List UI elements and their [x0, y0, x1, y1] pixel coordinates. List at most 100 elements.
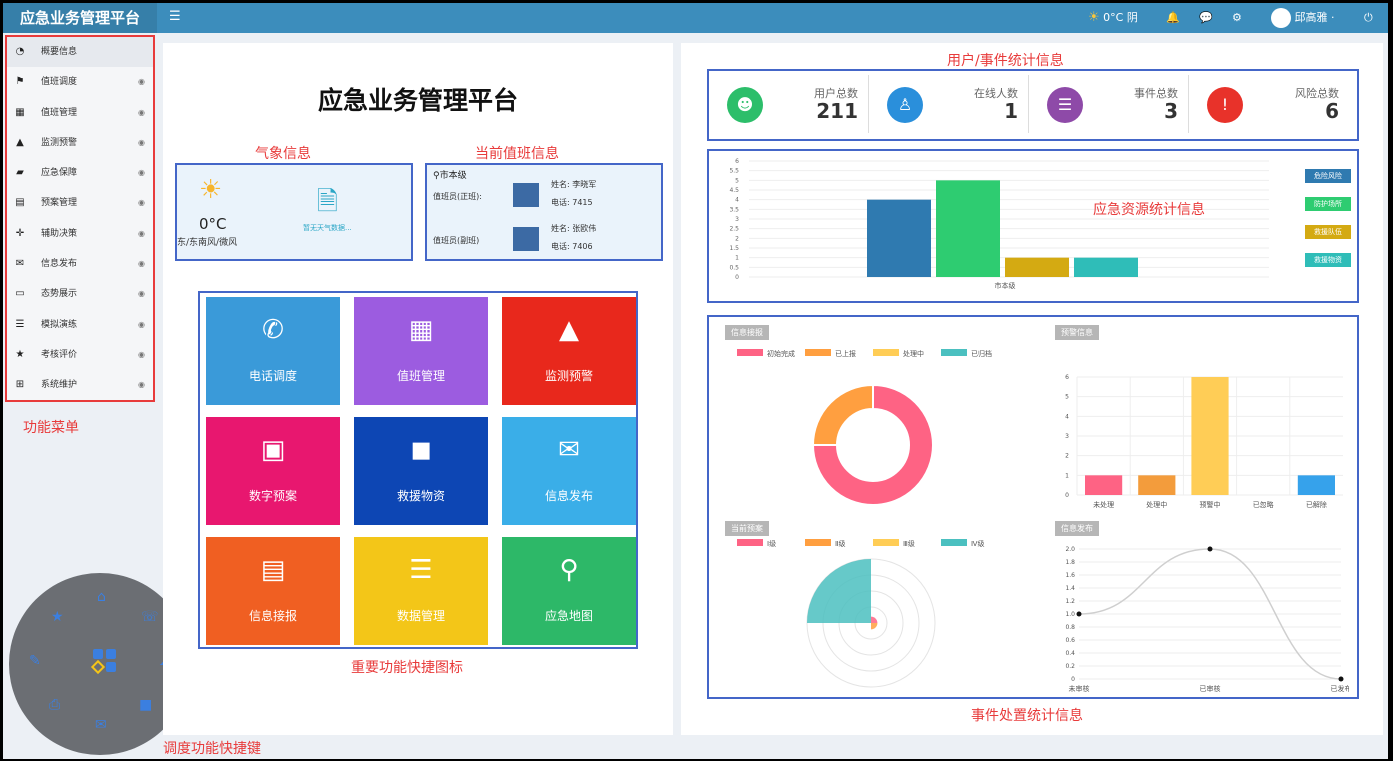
- plan-polar-chart: Ⅰ级 Ⅱ级 Ⅲ级 Ⅳ级: [737, 539, 984, 688]
- stat-value: 3: [1164, 99, 1178, 123]
- tile-3[interactable]: ▲ 监测预警: [502, 297, 636, 405]
- y-tick-label: 1.5: [729, 245, 739, 252]
- tile-icon: ◼: [410, 435, 432, 465]
- stat-icon: !: [1207, 87, 1243, 123]
- resource-bar-chart: 0 0.5 1 1.5 2 2.5 3 3.5 4 4.5 5 5.5 6 市本级: [729, 158, 1269, 290]
- right-panel: 用户/事件统计信息 ☻ 用户总数 211 ♙ 在线人数 1 ☰ 事件总数 3! 风险总数 6 0 0.…: [681, 43, 1383, 735]
- tile-6[interactable]: ✉ 信息发布: [502, 417, 636, 525]
- legend-label: 处理中: [903, 349, 924, 358]
- avatar: [1271, 8, 1291, 28]
- menu-item-4[interactable]: ▲ 监测预警 ◉: [7, 128, 153, 158]
- y-tick-label: 0.2: [1065, 663, 1075, 670]
- print-icon[interactable]: ⎙: [49, 697, 60, 713]
- data-point-1: [1076, 611, 1082, 617]
- menu-item-1[interactable]: ◔ 概要信息: [7, 37, 153, 68]
- duty-role: 值班员(副班): [433, 236, 480, 245]
- topbar-weather-text: 0°C 阴: [1103, 11, 1138, 24]
- page-title: 应急业务管理平台: [317, 86, 518, 115]
- legend-2[interactable]: 防护场所: [1305, 197, 1351, 211]
- menu-item-12[interactable]: ⊞ 系统维护 ◉: [7, 370, 153, 400]
- weather-indicator[interactable]: ☀ 0°C 阴: [1088, 3, 1138, 33]
- gear-icon[interactable]: ⚙: [1232, 3, 1242, 33]
- tile-label: 电话调度: [248, 369, 297, 383]
- home-icon[interactable]: ⌂: [97, 589, 106, 605]
- menu-item-8[interactable]: ✉ 信息发布 ◉: [7, 249, 153, 279]
- menu-item-label: 系统维护: [41, 380, 78, 391]
- menu-item-11[interactable]: ★ 考核评价 ◉: [7, 340, 153, 370]
- y-tick-label: 2: [735, 235, 739, 242]
- user-name: 邱高雅 ·: [1294, 11, 1335, 24]
- hamburger-icon[interactable]: ☰: [169, 9, 181, 24]
- legend-label: 已上报: [835, 349, 856, 358]
- y-tick-label: 0.8: [1065, 624, 1075, 631]
- edit-icon[interactable]: ✎: [29, 653, 41, 669]
- warning-tag: 预警信息: [1055, 325, 1099, 340]
- tile-7[interactable]: ▤ 信息接报: [206, 537, 340, 645]
- tile-5[interactable]: ◼ 救援物资: [354, 417, 488, 525]
- menu-item-7[interactable]: ✛ 辅助决策 ◉: [7, 219, 153, 249]
- tile-8[interactable]: ☰ 数据管理: [354, 537, 488, 645]
- menu-item-9[interactable]: ▭ 态势展示 ◉: [7, 279, 153, 309]
- tile-9[interactable]: ⚲ 应急地图: [502, 537, 636, 645]
- duty-caption: 当前值班信息: [475, 146, 559, 162]
- document-icon: 🗎: [317, 187, 338, 217]
- tile-icon: ✉: [558, 435, 580, 465]
- y-tick-label: 5: [1065, 394, 1069, 401]
- star-icon[interactable]: ★: [51, 609, 64, 625]
- menu-item-3[interactable]: ▦ 值班管理 ◉: [7, 98, 153, 128]
- stat-value: 6: [1325, 99, 1339, 123]
- power-icon[interactable]: ⏻: [1364, 3, 1373, 33]
- y-tick-label: 3.5: [729, 206, 739, 213]
- truck-icon: ▰: [16, 167, 24, 179]
- menu-item-10[interactable]: ☰ 模拟演练 ◉: [7, 310, 153, 340]
- plan-tag: 当前预案: [725, 521, 769, 536]
- sun-icon: ☀: [1088, 10, 1100, 25]
- menu-item-2[interactable]: ⚑ 值班调度 ◉: [7, 67, 153, 97]
- legend-1[interactable]: 危险风险: [1305, 169, 1351, 183]
- tile-1[interactable]: ✆ 电话调度: [206, 297, 340, 405]
- tile-2[interactable]: ▦ 值班管理: [354, 297, 488, 405]
- y-tick-label: 0: [1065, 492, 1069, 499]
- weather-box: ☀ 0°C 东/东南风/微风 🗎 暂无天气数据...: [175, 163, 413, 261]
- weather-caption: 气象信息: [255, 146, 311, 162]
- tile-4[interactable]: ▣ 数字预案: [206, 417, 340, 525]
- chevron-icon: ◉: [138, 77, 145, 87]
- legend-3[interactable]: 救援队伍: [1305, 225, 1351, 239]
- tile-label: 值班管理: [396, 369, 445, 383]
- menu-item-label: 值班管理: [41, 107, 78, 118]
- menu-item-5[interactable]: ▰ 应急保障 ◉: [7, 158, 153, 188]
- y-tick-label: 0: [1071, 676, 1075, 683]
- tile-label: 救援物资: [396, 489, 445, 503]
- legend-swatch: [737, 539, 763, 546]
- phone-icon[interactable]: ☏: [141, 609, 159, 625]
- video-icon[interactable]: ■: [139, 697, 152, 713]
- resource-caption: 应急资源统计信息: [1093, 202, 1205, 218]
- apps-icon[interactable]: [90, 649, 117, 675]
- menu-item-label: 态势展示: [41, 289, 78, 300]
- menu-item-label: 监测预警: [41, 137, 78, 148]
- menu-item-6[interactable]: ▤ 预案管理 ◉: [7, 188, 153, 218]
- event-chart-box: 信息接报 预警信息 当前预案 信息发布 初始完成 已上报 处理中 已归档 012345…: [707, 315, 1359, 699]
- bell-icon[interactable]: 🔔: [1166, 3, 1180, 33]
- publish-line-chart: 0 0.2 0.4 0.6 0.8 1.0 1.2 1.4 1.6 1.8 2.0 未审核 已审核 已发布: [1065, 546, 1349, 693]
- temperature: 0°C: [199, 215, 227, 233]
- y-tick-label: 4: [735, 197, 739, 204]
- tile-label: 监测预警: [544, 369, 593, 383]
- y-tick-label: 6: [735, 158, 739, 165]
- stat-card-3: ☰ 事件总数 3: [1029, 75, 1189, 133]
- map-pin-icon: ⚲: [433, 171, 440, 181]
- chevron-icon: ◉: [138, 349, 145, 359]
- mail-icon[interactable]: ✉: [95, 717, 107, 733]
- y-tick-label: 1: [735, 255, 739, 262]
- legend-4[interactable]: 救援物资: [1305, 253, 1351, 267]
- chat-icon[interactable]: 💬: [1199, 3, 1213, 33]
- menu-item-label: 辅助决策: [41, 228, 78, 239]
- tile-label: 信息发布: [544, 489, 593, 503]
- duty-phone: 电话: 7406: [551, 242, 593, 251]
- x-tick-label: 已忽略: [1253, 500, 1274, 509]
- user-icon: [513, 183, 539, 207]
- warning-bar-chart: 0 1 2 3 4 5 6 未处理 处理中 预警中 已忽略 已解除: [1065, 374, 1343, 509]
- x-tick-label: 处理中: [1146, 500, 1167, 509]
- user-menu[interactable]: 邱高雅 ·: [1271, 3, 1335, 33]
- duty-phone: 电话: 7415: [551, 198, 593, 207]
